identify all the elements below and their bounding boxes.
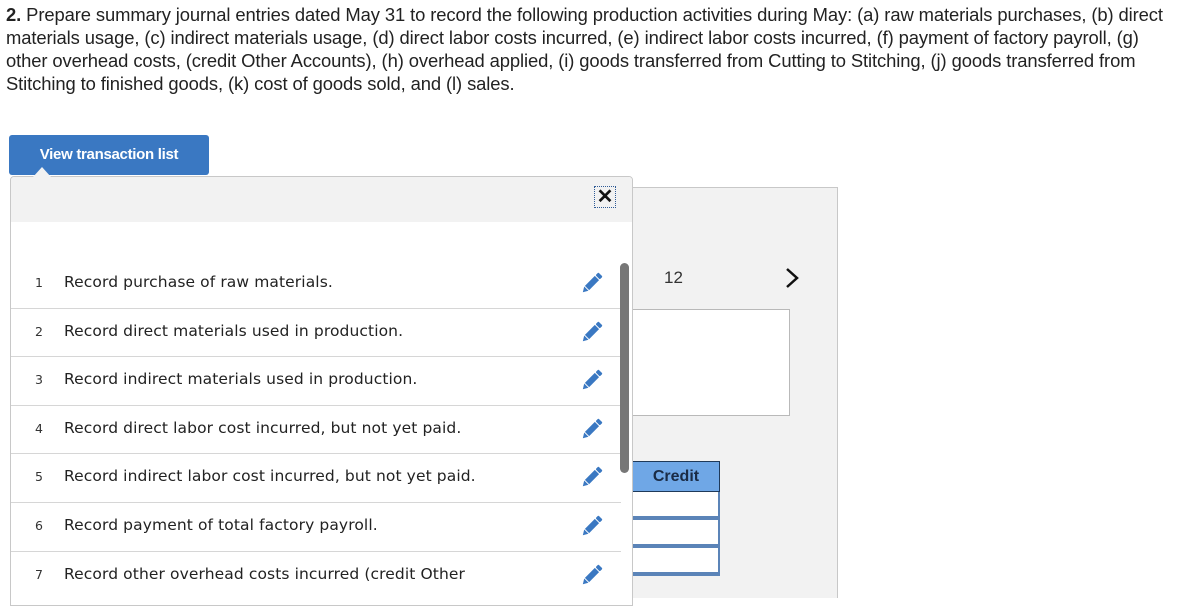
list-item[interactable]: 5 Record indirect labor cost incurred, b… bbox=[11, 454, 621, 503]
item-text: Record indirect materials used in produc… bbox=[64, 370, 418, 389]
list-item[interactable]: 4 Record direct labor cost incurred, but… bbox=[11, 406, 621, 455]
popup-pointer bbox=[33, 167, 51, 177]
close-icon: ✕ bbox=[596, 186, 614, 208]
item-number: 2 bbox=[35, 323, 43, 339]
item-number: 4 bbox=[35, 420, 43, 436]
credit-input[interactable] bbox=[633, 492, 718, 516]
credit-cell[interactable] bbox=[632, 548, 720, 576]
item-text: Record payment of total factory payroll. bbox=[64, 515, 378, 534]
next-button[interactable] bbox=[782, 266, 802, 290]
journal-note-box bbox=[632, 309, 790, 416]
question-number: 2. bbox=[6, 4, 22, 25]
credit-cell[interactable] bbox=[632, 492, 720, 520]
transaction-list-popup: ✕ 1 Record purchase of raw materials. 2 … bbox=[10, 176, 633, 606]
close-button[interactable]: ✕ bbox=[594, 186, 616, 208]
question-prompt: 2. Prepare summary journal entries dated… bbox=[6, 3, 1176, 95]
pencil-icon[interactable] bbox=[579, 464, 605, 490]
pencil-icon[interactable] bbox=[579, 513, 605, 539]
pencil-icon[interactable] bbox=[579, 416, 605, 442]
item-text: Record direct materials used in producti… bbox=[64, 321, 404, 340]
transaction-list: 1 Record purchase of raw materials. 2 Re… bbox=[11, 260, 621, 600]
credit-column: Credit bbox=[632, 461, 720, 576]
item-text: Record indirect labor cost incurred, but… bbox=[64, 467, 476, 486]
credit-cell[interactable] bbox=[632, 520, 720, 548]
item-number: 3 bbox=[35, 372, 43, 388]
credit-input[interactable] bbox=[633, 520, 718, 544]
list-item[interactable]: 6 Record payment of total factory payrol… bbox=[11, 503, 621, 552]
item-text: Record purchase of raw materials. bbox=[64, 273, 333, 291]
popup-header: ✕ bbox=[11, 177, 632, 222]
pencil-icon[interactable] bbox=[579, 562, 605, 588]
item-number: 6 bbox=[35, 517, 43, 533]
item-number: 1 bbox=[35, 275, 43, 290]
item-text: Record direct labor cost incurred, but n… bbox=[64, 418, 462, 437]
list-item[interactable]: 3 Record indirect materials used in prod… bbox=[11, 357, 621, 406]
list-item[interactable]: 1 Record purchase of raw materials. bbox=[11, 260, 621, 309]
list-item[interactable]: 7 Record other overhead costs incurred (… bbox=[11, 552, 621, 601]
question-text: Prepare summary journal entries dated Ma… bbox=[6, 4, 1163, 94]
list-item[interactable]: 2 Record direct materials used in produc… bbox=[11, 309, 621, 358]
scrollbar-thumb[interactable] bbox=[620, 263, 629, 473]
pencil-icon[interactable] bbox=[579, 319, 605, 345]
pencil-icon[interactable] bbox=[579, 270, 605, 296]
journal-page-indicator: 12 bbox=[664, 268, 683, 287]
chevron-right-icon bbox=[786, 268, 799, 288]
credit-header: Credit bbox=[632, 461, 720, 492]
pencil-icon[interactable] bbox=[579, 367, 605, 393]
credit-input[interactable] bbox=[633, 548, 718, 572]
item-number: 5 bbox=[35, 469, 43, 485]
item-text: Record other overhead costs incurred (cr… bbox=[64, 564, 465, 583]
item-number: 7 bbox=[35, 566, 43, 582]
